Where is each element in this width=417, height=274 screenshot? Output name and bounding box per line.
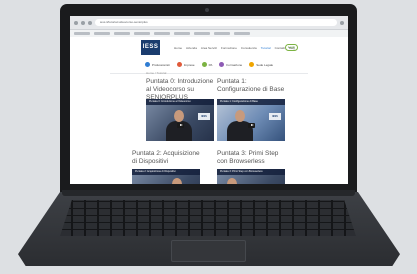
- thumbnail-caption: Puntata 2: Acquisizione di Dispositivi: [132, 169, 200, 175]
- video-thumbnail-2[interactable]: Puntata 2: Acquisizione di Dispositivi: [132, 169, 200, 184]
- episode-title-3[interactable]: Puntata 3: Primi Step con Browserless: [217, 150, 285, 166]
- category-label: Sede Legale: [256, 62, 274, 67]
- episode-title-1[interactable]: Puntata 1: Configurazione di Base: [217, 78, 285, 94]
- category-label: Imprese: [183, 62, 195, 67]
- category-icon: [249, 62, 255, 67]
- bookmark-item[interactable]: [134, 32, 150, 35]
- play-icon[interactable]: [177, 123, 184, 128]
- video-thumbnail-3[interactable]: Puntata 3: Primi Step con Browserless: [217, 169, 285, 184]
- reload-icon[interactable]: [88, 20, 92, 25]
- category-item[interactable]: Sede Legale: [249, 62, 273, 67]
- forward-icon[interactable]: [81, 20, 85, 25]
- webcam: [205, 8, 209, 12]
- category-icon: [201, 62, 207, 67]
- category-item[interactable]: PA: [201, 62, 213, 67]
- category-item[interactable]: Professionisti: [144, 62, 170, 67]
- iess-badge: IESS: [198, 113, 210, 120]
- video-thumbnail-1[interactable]: Puntata 1: Configurazione di Base IESS: [217, 99, 285, 141]
- category-item[interactable]: Imprese: [176, 62, 195, 67]
- bookmark-item[interactable]: [154, 32, 170, 35]
- site-header: IESS Home Azienda Area Servizi Formazione Co…: [70, 37, 348, 59]
- divider: [110, 73, 308, 74]
- breadcrumb: Home / Tutorial: [146, 71, 167, 75]
- category-icon: [144, 62, 150, 67]
- episode-title-2[interactable]: Puntata 2: Acquisizione di Dispositivi: [132, 150, 200, 166]
- category-item[interactable]: Formazione: [219, 62, 242, 67]
- back-icon[interactable]: [74, 20, 78, 25]
- bookmarks-bar: [70, 30, 348, 37]
- site-logo[interactable]: IESS: [141, 40, 160, 55]
- bookmark-item[interactable]: [74, 32, 90, 35]
- category-label: Formazione: [226, 62, 243, 67]
- category-label: PA: [208, 62, 213, 67]
- thumbnail-caption: Puntata 1: Configurazione di Base: [217, 99, 285, 105]
- main-menu: Home Azienda Area Servizi Formazione Consule…: [174, 46, 295, 50]
- menu-item[interactable]: Formazione: [221, 46, 237, 50]
- bookmark-item[interactable]: [194, 32, 210, 35]
- play-icon[interactable]: [248, 123, 255, 128]
- category-bar: Professionisti Imprese PA Formazione Sede Le…: [70, 59, 348, 70]
- category-label: Professionisti: [151, 62, 170, 67]
- menu-item[interactable]: Area Servizi: [201, 46, 217, 50]
- presenter-head: [235, 110, 245, 122]
- thumbnail-caption: Puntata 3: Primi Step con Browserless: [217, 169, 285, 175]
- bookmark-item[interactable]: [214, 32, 230, 35]
- category-icon: [219, 62, 225, 67]
- menu-item[interactable]: Home: [174, 46, 182, 50]
- presenter-head: [174, 110, 184, 122]
- thumbnail-caption: Puntata 0: Introduzione al Videocorso: [146, 99, 214, 105]
- bookmark-item[interactable]: [234, 32, 250, 35]
- video-thumbnail-0[interactable]: Puntata 0: Introduzione al Videocorso IE…: [146, 99, 214, 141]
- laptop-hinge: [62, 190, 355, 196]
- keyboard: [60, 200, 356, 236]
- bookmark-item[interactable]: [114, 32, 130, 35]
- presenter-head: [172, 178, 182, 184]
- menu-item[interactable]: Contatti: [275, 46, 285, 50]
- bookmark-item[interactable]: [174, 32, 190, 35]
- presenter-head: [227, 178, 237, 184]
- profile-icon[interactable]: [340, 20, 344, 25]
- address-bar[interactable]: iess.it/tutorial-videocorso-seniorplus: [95, 19, 337, 26]
- browser-toolbar: iess.it/tutorial-videocorso-seniorplus: [70, 16, 348, 30]
- category-icon: [176, 62, 182, 67]
- touchpad: [171, 240, 246, 262]
- iess-badge: IESS: [269, 113, 281, 120]
- bookmark-item[interactable]: [94, 32, 110, 35]
- menu-item[interactable]: Tutorial: [261, 46, 271, 50]
- login-button[interactable]: Login: [285, 44, 298, 51]
- menu-item[interactable]: Consulenza: [241, 46, 257, 50]
- menu-item[interactable]: Azienda: [186, 46, 197, 50]
- laptop-screen: iess.it/tutorial-videocorso-seniorplus I…: [70, 16, 348, 184]
